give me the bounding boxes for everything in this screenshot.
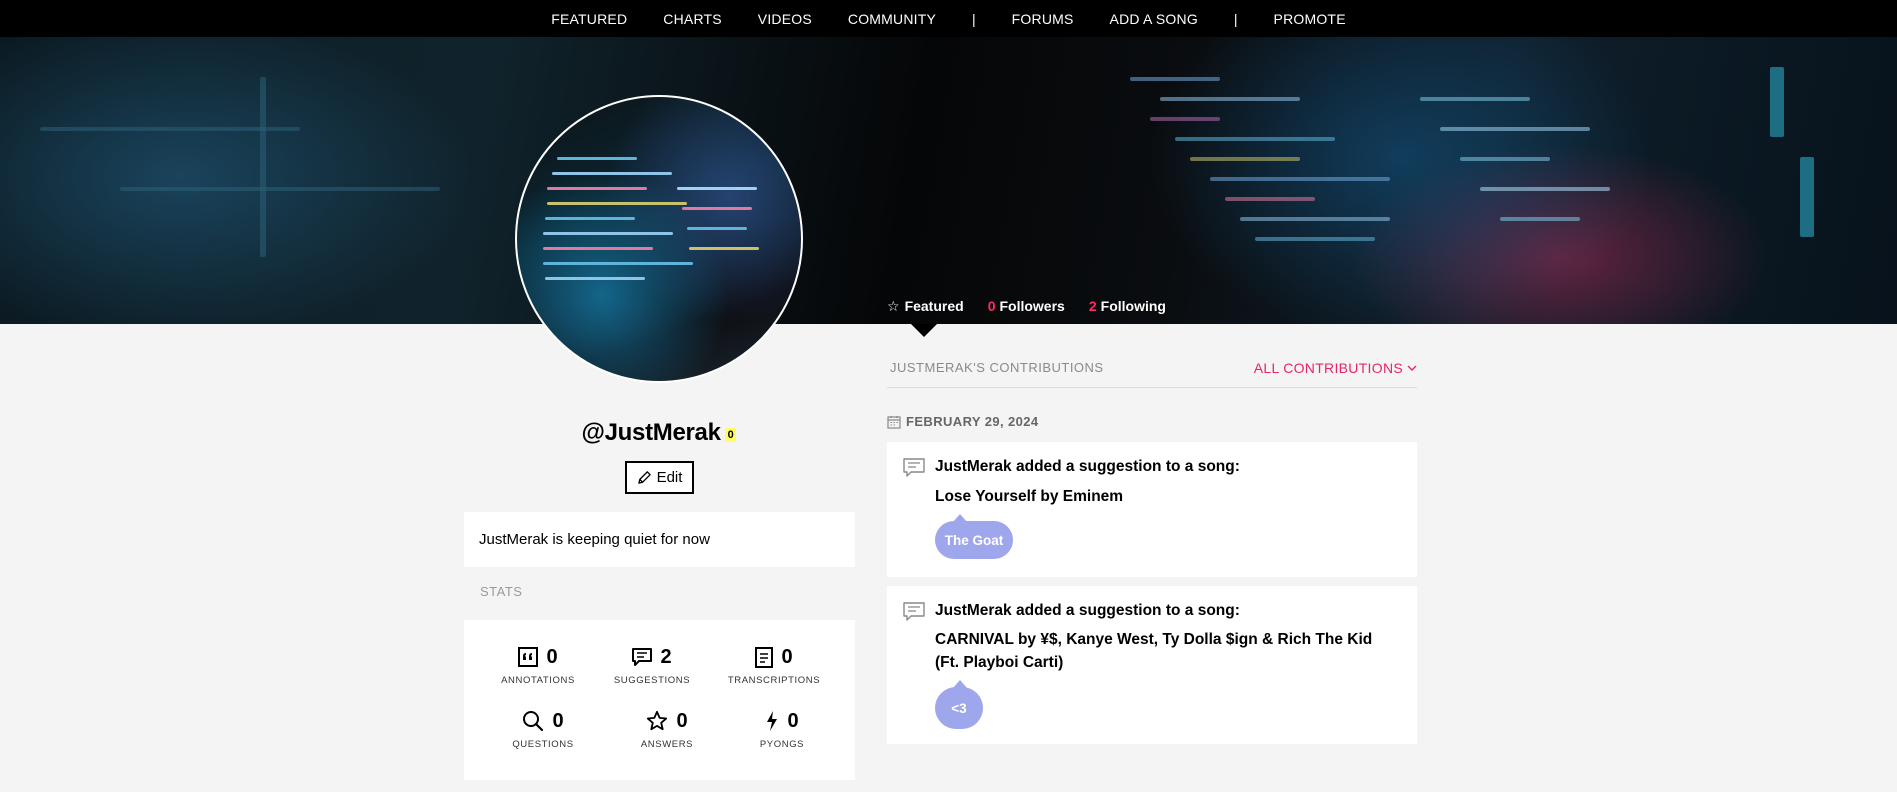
tab-following-label: Following	[1100, 298, 1166, 314]
following-count: 2	[1088, 298, 1097, 314]
tab-followers[interactable]: 0 Followers	[988, 298, 1065, 314]
contribution-card: JustMerak added a suggestion to a song: …	[887, 442, 1417, 577]
nav-videos[interactable]: VIDEOS	[740, 11, 830, 27]
stat-label: PYONGS	[759, 739, 805, 750]
followers-count: 0	[987, 298, 996, 314]
tab-followers-label: Followers	[999, 298, 1065, 314]
stat-label: TRANSCRIPTIONS	[727, 675, 821, 686]
nav-add-a-song[interactable]: ADD A SONG	[1092, 11, 1216, 27]
tab-following[interactable]: 2 Following	[1089, 298, 1166, 314]
search-icon	[523, 711, 544, 732]
nav-charts[interactable]: CHARTS	[645, 11, 740, 27]
tab-featured[interactable]: ☆ Featured	[887, 298, 964, 315]
stat-value: 0	[552, 709, 564, 732]
about-me: JustMerak is keeping quiet for now	[464, 512, 855, 567]
stat-suggestions[interactable]: 2 SUGGESTIONS	[592, 643, 712, 687]
pyong-icon	[767, 711, 778, 731]
stat-answers[interactable]: 0 ANSWERS	[607, 707, 727, 751]
nav-separator: |	[972, 10, 976, 27]
nav-forums[interactable]: FORUMS	[994, 11, 1092, 27]
edit-label: Edit	[656, 469, 683, 486]
contributions-filter-dropdown[interactable]: ALL CONTRIBUTIONS	[1254, 360, 1417, 376]
contribution-action: JustMerak added a suggestion to a song:	[935, 458, 1240, 475]
profile-username: @JustMerak 0	[464, 419, 854, 447]
stat-value: 0	[546, 645, 558, 668]
about-text: JustMerak is keeping quiet for now	[479, 531, 710, 548]
edit-profile-button[interactable]: Edit	[625, 461, 694, 494]
comment-icon	[903, 602, 925, 621]
stat-pyongs[interactable]: 0 PYONGS	[722, 707, 842, 751]
stat-label: ANNOTATIONS	[501, 675, 575, 686]
stat-label: ANSWERS	[640, 739, 694, 750]
stat-value: 0	[787, 709, 799, 732]
stat-value: 2	[660, 645, 672, 668]
header-code-decoration	[0, 37, 1897, 324]
username-text: @JustMerak	[581, 419, 721, 446]
document-icon	[755, 646, 774, 668]
filter-label: ALL CONTRIBUTIONS	[1253, 360, 1403, 376]
suggestion-bubble[interactable]: <3	[935, 680, 983, 729]
nav-community[interactable]: COMMUNITY	[830, 11, 954, 27]
tab-featured-label: Featured	[904, 298, 964, 314]
contribution-action: JustMerak added a suggestion to a song:	[935, 602, 1240, 619]
stat-questions[interactable]: 0 QUESTIONS	[483, 707, 603, 751]
top-nav: FEATURED CHARTS VIDEOS COMMUNITY | FORUM…	[0, 0, 1897, 37]
nav-separator: |	[1233, 10, 1238, 27]
star-outline-icon: ☆	[887, 297, 900, 314]
active-tab-indicator	[911, 324, 937, 337]
contributions-header: JUSTMERAK'S CONTRIBUTIONS ALL CONTRIBUTI…	[887, 358, 1417, 388]
stat-value: 0	[676, 709, 688, 732]
pencil-icon	[637, 471, 651, 484]
stat-label: SUGGESTIONS	[613, 675, 691, 686]
comment-icon	[903, 458, 925, 477]
contributions-title: JUSTMERAK'S CONTRIBUTIONS	[890, 360, 1104, 375]
iq-badge: 0	[724, 428, 737, 442]
stats-heading: STATS	[480, 584, 523, 599]
suggestion-text: The Goat	[944, 532, 1004, 548]
profile-tabs: ☆ Featured 0 Followers 2 Following	[887, 296, 1190, 316]
stat-annotations[interactable]: 0 ANNOTATIONS	[478, 643, 598, 687]
quote-icon	[518, 647, 539, 667]
calendar-icon	[887, 415, 901, 429]
stat-transcriptions[interactable]: 0 TRANSCRIPTIONS	[714, 643, 834, 687]
profile-header-image	[0, 37, 1897, 324]
comment-icon	[632, 648, 653, 666]
star-icon	[647, 710, 668, 731]
nav-featured[interactable]: FEATURED	[533, 11, 645, 27]
suggestion-text: <3	[951, 700, 967, 716]
chevron-down-icon	[1407, 365, 1417, 371]
stat-label: QUESTIONS	[512, 739, 574, 750]
contribution-date: FEBRUARY 29, 2024	[887, 414, 1039, 429]
stat-value: 0	[781, 645, 793, 668]
song-link[interactable]: Lose Yourself by Eminem	[935, 485, 1395, 508]
avatar	[515, 95, 803, 383]
suggestion-bubble[interactable]: The Goat	[935, 514, 1013, 559]
contribution-card: JustMerak added a suggestion to a song: …	[887, 586, 1417, 744]
nav-promote[interactable]: PROMOTE	[1256, 11, 1364, 27]
song-link[interactable]: CARNIVAL by ¥$, Kanye West, Ty Dolla $ig…	[935, 628, 1395, 674]
date-text: FEBRUARY 29, 2024	[906, 414, 1039, 429]
